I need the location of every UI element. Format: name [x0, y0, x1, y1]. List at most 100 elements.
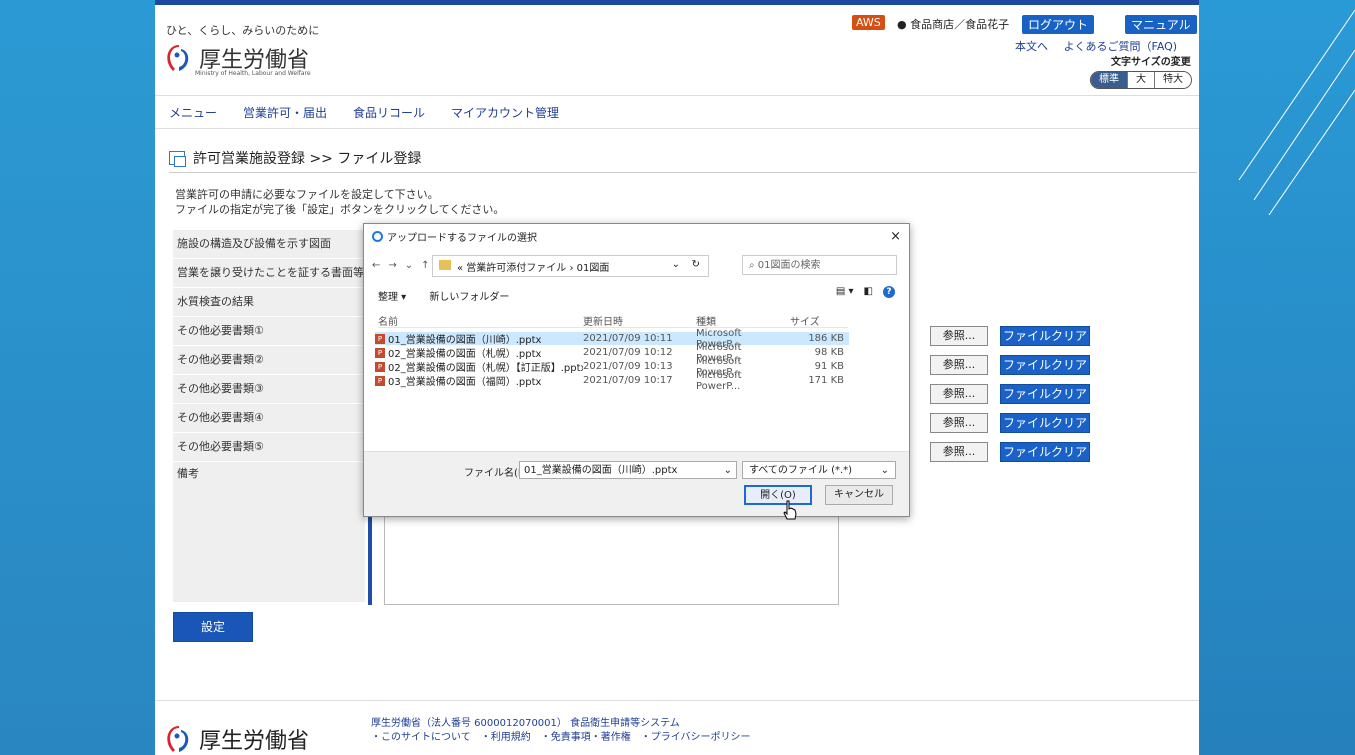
- filetype-value: すべてのファイル (*.*): [749, 465, 853, 476]
- forward-icon[interactable]: →: [388, 260, 396, 271]
- up-icon[interactable]: ↑: [421, 260, 429, 271]
- new-folder-button[interactable]: 新しいフォルダー: [429, 292, 509, 303]
- remarks-textarea[interactable]: [384, 502, 839, 605]
- row-other-4: その他必要書類④: [173, 404, 365, 433]
- aws-button[interactable]: AWS: [852, 15, 885, 30]
- nav-license[interactable]: 営業許可・届出: [243, 104, 327, 121]
- refresh-icon[interactable]: ↻: [692, 259, 700, 270]
- clear-button-other-3[interactable]: ファイルクリア: [1000, 384, 1090, 404]
- nav-account[interactable]: マイアカウント管理: [451, 104, 559, 121]
- row-other-3: その他必要書類③: [173, 375, 365, 404]
- file-name: 01_営業設備の図面（川崎）.pptx: [388, 335, 542, 346]
- file-name: 03_営業設備の図面（福岡）.pptx: [388, 377, 542, 388]
- file-date: 2021/07/09 10:12: [583, 347, 673, 358]
- fontsize-xlarge-button[interactable]: 特大: [1154, 72, 1191, 88]
- filename-dropdown-icon[interactable]: ⌄: [724, 462, 732, 480]
- search-box[interactable]: ⌕ 01図面の検索: [742, 255, 897, 275]
- col-size[interactable]: サイズ: [790, 313, 820, 328]
- section-title: 許可営業施設登録 >> ファイル登録: [193, 151, 422, 167]
- organize-button[interactable]: 整理 ▾: [378, 292, 406, 303]
- help-icon[interactable]: ?: [883, 286, 895, 298]
- file-open-dialog: アップロードするファイルの選択 × ← → ⌄ ↑ « 営業許可添付ファイル ›…: [363, 223, 910, 520]
- decorative-lines: [1238, 9, 1355, 216]
- preview-pane-icon[interactable]: ◧: [864, 286, 873, 298]
- file-size: 171 KB: [808, 375, 844, 386]
- file-date: 2021/07/09 10:11: [583, 333, 673, 344]
- user-name: ● 食品商店／食品花子: [897, 18, 1010, 31]
- pptx-icon: P: [375, 375, 385, 386]
- footer-info: 厚生労働省（法人番号 6000012070001） 食品衛生申請等システム ・こ…: [371, 717, 751, 745]
- back-icon[interactable]: ←: [372, 260, 380, 271]
- col-type[interactable]: 種類: [696, 313, 716, 328]
- pptx-icon: P: [375, 361, 385, 372]
- file-size: 186 KB: [808, 333, 844, 344]
- file-rows: 施設の構造及び設備を示す図面 営業を譲り受けたことを証する書面等 水質検査の結果…: [173, 230, 365, 603]
- fontsize-label: 文字サイズの変更: [1111, 57, 1191, 68]
- clear-button-other-1[interactable]: ファイルクリア: [1000, 326, 1090, 346]
- section-header: 許可営業施設登録 >> ファイル登録: [169, 144, 1197, 173]
- filename-input[interactable]: 01_営業設備の図面（川崎）.pptx ⌄: [519, 461, 737, 479]
- tagline: ひと、くらし、みらいのために: [166, 24, 320, 37]
- clear-button-other-2[interactable]: ファイルクリア: [1000, 355, 1090, 375]
- file-date: 2021/07/09 10:17: [583, 375, 673, 386]
- nav-recall[interactable]: 食品リコール: [353, 104, 425, 121]
- manual-label: マニュアル: [1131, 18, 1191, 32]
- filetype-select[interactable]: すべてのファイル (*.*) ⌄: [742, 461, 896, 479]
- row-other-2: その他必要書類②: [173, 346, 365, 375]
- search-placeholder: 01図面の検索: [757, 260, 821, 271]
- file-list-header: 名前 更新日時 種類 サイズ: [378, 311, 848, 328]
- browse-button-other-5[interactable]: 参照...: [930, 442, 988, 462]
- file-row[interactable]: P 03_営業設備の図面（福岡）.pptx 2021/07/09 10:17 M…: [375, 370, 849, 392]
- row-facility-drawing: 施設の構造及び設備を示す図面: [173, 230, 365, 259]
- skip-to-main-link[interactable]: 本文へ: [1015, 40, 1048, 53]
- browse-button-other-1[interactable]: 参照...: [930, 326, 988, 346]
- fontsize-toggle: 標準 大 特大: [1090, 71, 1192, 89]
- clear-button-other-5[interactable]: ファイルクリア: [1000, 442, 1090, 462]
- footer-line-1[interactable]: 厚生労働省（法人番号 6000012070001） 食品衛生申請等システム: [371, 717, 751, 731]
- browse-button-other-2[interactable]: 参照...: [930, 355, 988, 375]
- ministry-logo-icon: [167, 726, 189, 752]
- browse-button-other-3[interactable]: 参照...: [930, 384, 988, 404]
- settei-button[interactable]: 設定: [173, 612, 253, 642]
- address-dropdown-icon[interactable]: ⌄: [672, 259, 680, 270]
- footer-logo-text: 厚生労働省: [199, 729, 310, 754]
- nav-menu[interactable]: メニュー: [169, 104, 217, 121]
- file-size: 98 KB: [814, 347, 844, 358]
- right-background: [1199, 0, 1355, 755]
- filename-value: 01_営業設備の図面（川崎）.pptx: [524, 465, 678, 476]
- top-bar: [155, 0, 1199, 5]
- col-name[interactable]: 名前: [378, 313, 398, 328]
- faq-link[interactable]: よくあるご質問（FAQ): [1064, 40, 1178, 53]
- browse-button-other-4[interactable]: 参照...: [930, 413, 988, 433]
- instruction-line-1: 営業許可の申請に必要なファイルを設定して下さい。: [175, 188, 439, 201]
- left-background: [0, 0, 155, 755]
- fontsize-standard-button[interactable]: 標準: [1091, 72, 1127, 88]
- clear-button-other-4[interactable]: ファイルクリア: [1000, 413, 1090, 433]
- row-transfer-doc: 営業を譲り受けたことを証する書面等: [173, 259, 365, 288]
- hand-cursor-icon: [783, 500, 797, 520]
- pptx-icon: P: [375, 333, 385, 344]
- pptx-icon: P: [375, 347, 385, 358]
- address-bar[interactable]: « 営業許可添付ファイル › 01図面 ⌄ ↻: [432, 255, 709, 277]
- top-links: 本文へ よくあるご質問（FAQ): [1003, 38, 1177, 54]
- file-size: 91 KB: [814, 361, 844, 372]
- logout-label: ログアウト: [1028, 18, 1089, 32]
- site-logo[interactable]: 厚生労働省 Ministry of Health, Labour and Wel…: [165, 42, 311, 77]
- dialog-bottom-bar: ファイル名(N): 01_営業設備の図面（川崎）.pptx ⌄ すべてのファイル …: [364, 451, 909, 520]
- instructions: 営業許可の申請に必要なファイルを設定して下さい。 ファイルの指定が完了後「設定」…: [175, 187, 504, 217]
- file-name: 02_営業設備の図面（札幌）【訂正版】.pptx: [388, 363, 583, 374]
- row-other-1: その他必要書類①: [173, 317, 365, 346]
- ie-icon: [372, 230, 383, 242]
- dialog-close-button[interactable]: ×: [890, 229, 901, 244]
- manual-button[interactable]: マニュアル: [1125, 15, 1197, 34]
- open-button[interactable]: 開く(O): [744, 485, 812, 505]
- fontsize-large-button[interactable]: 大: [1127, 72, 1154, 88]
- footer-line-2[interactable]: ・このサイトについて ・利用規約 ・免責事項・著作権 ・プライバシーポリシー: [371, 731, 751, 745]
- cancel-button[interactable]: キャンセル: [825, 485, 893, 505]
- view-options-icon[interactable]: ▤ ▾: [836, 286, 854, 298]
- logout-button[interactable]: ログアウト: [1022, 15, 1095, 34]
- recent-icon[interactable]: ⌄: [405, 260, 413, 271]
- col-date[interactable]: 更新日時: [583, 313, 623, 328]
- aws-label: AWS: [856, 16, 881, 29]
- dialog-toolbar: 整理 ▾ 新しいフォルダー: [378, 288, 529, 303]
